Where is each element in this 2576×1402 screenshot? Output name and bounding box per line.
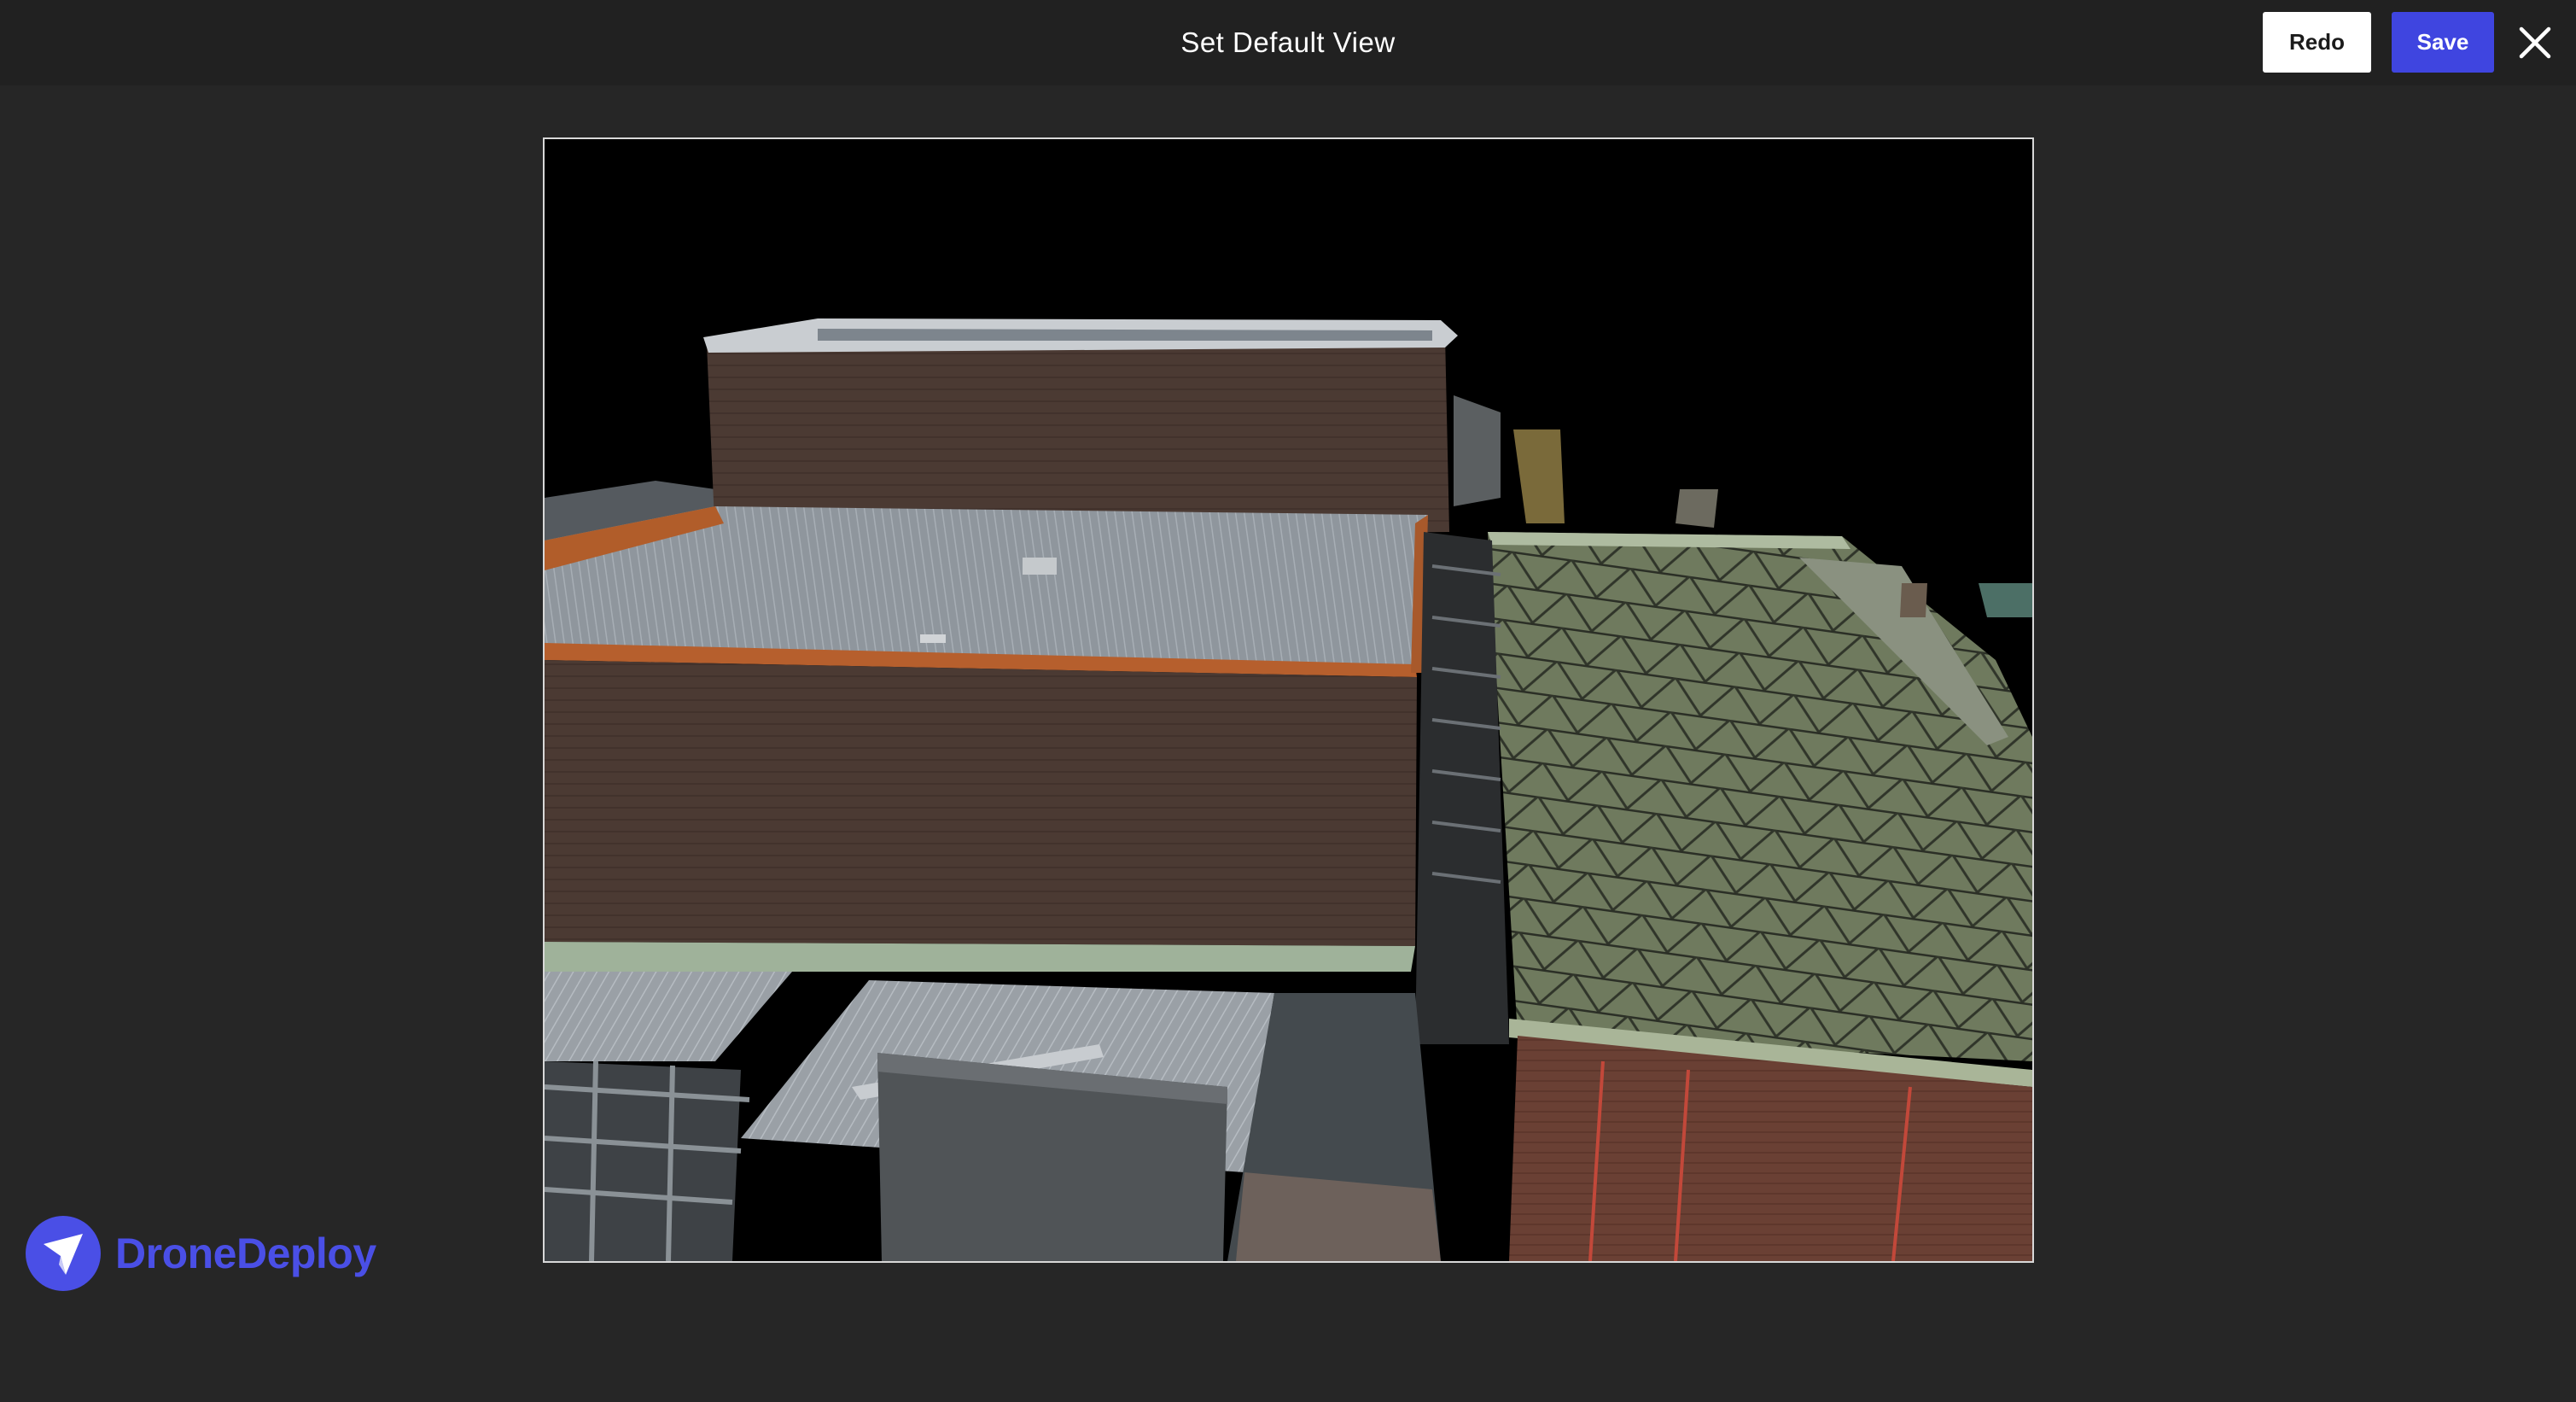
3d-model-render xyxy=(545,139,2032,1261)
save-button[interactable]: Save xyxy=(2392,12,2494,73)
3d-model-viewport[interactable] xyxy=(543,137,2034,1263)
page-title: Set Default View xyxy=(1180,26,1396,58)
redo-button[interactable]: Redo xyxy=(2263,12,2371,73)
dronedeploy-logo-icon xyxy=(25,1215,102,1292)
top-bar: Set Default View Redo Save xyxy=(0,0,2576,85)
logo-text: DroneDeploy xyxy=(115,1230,376,1277)
dronedeploy-logo: DroneDeploy xyxy=(25,1214,376,1293)
close-icon[interactable] xyxy=(2515,23,2555,62)
